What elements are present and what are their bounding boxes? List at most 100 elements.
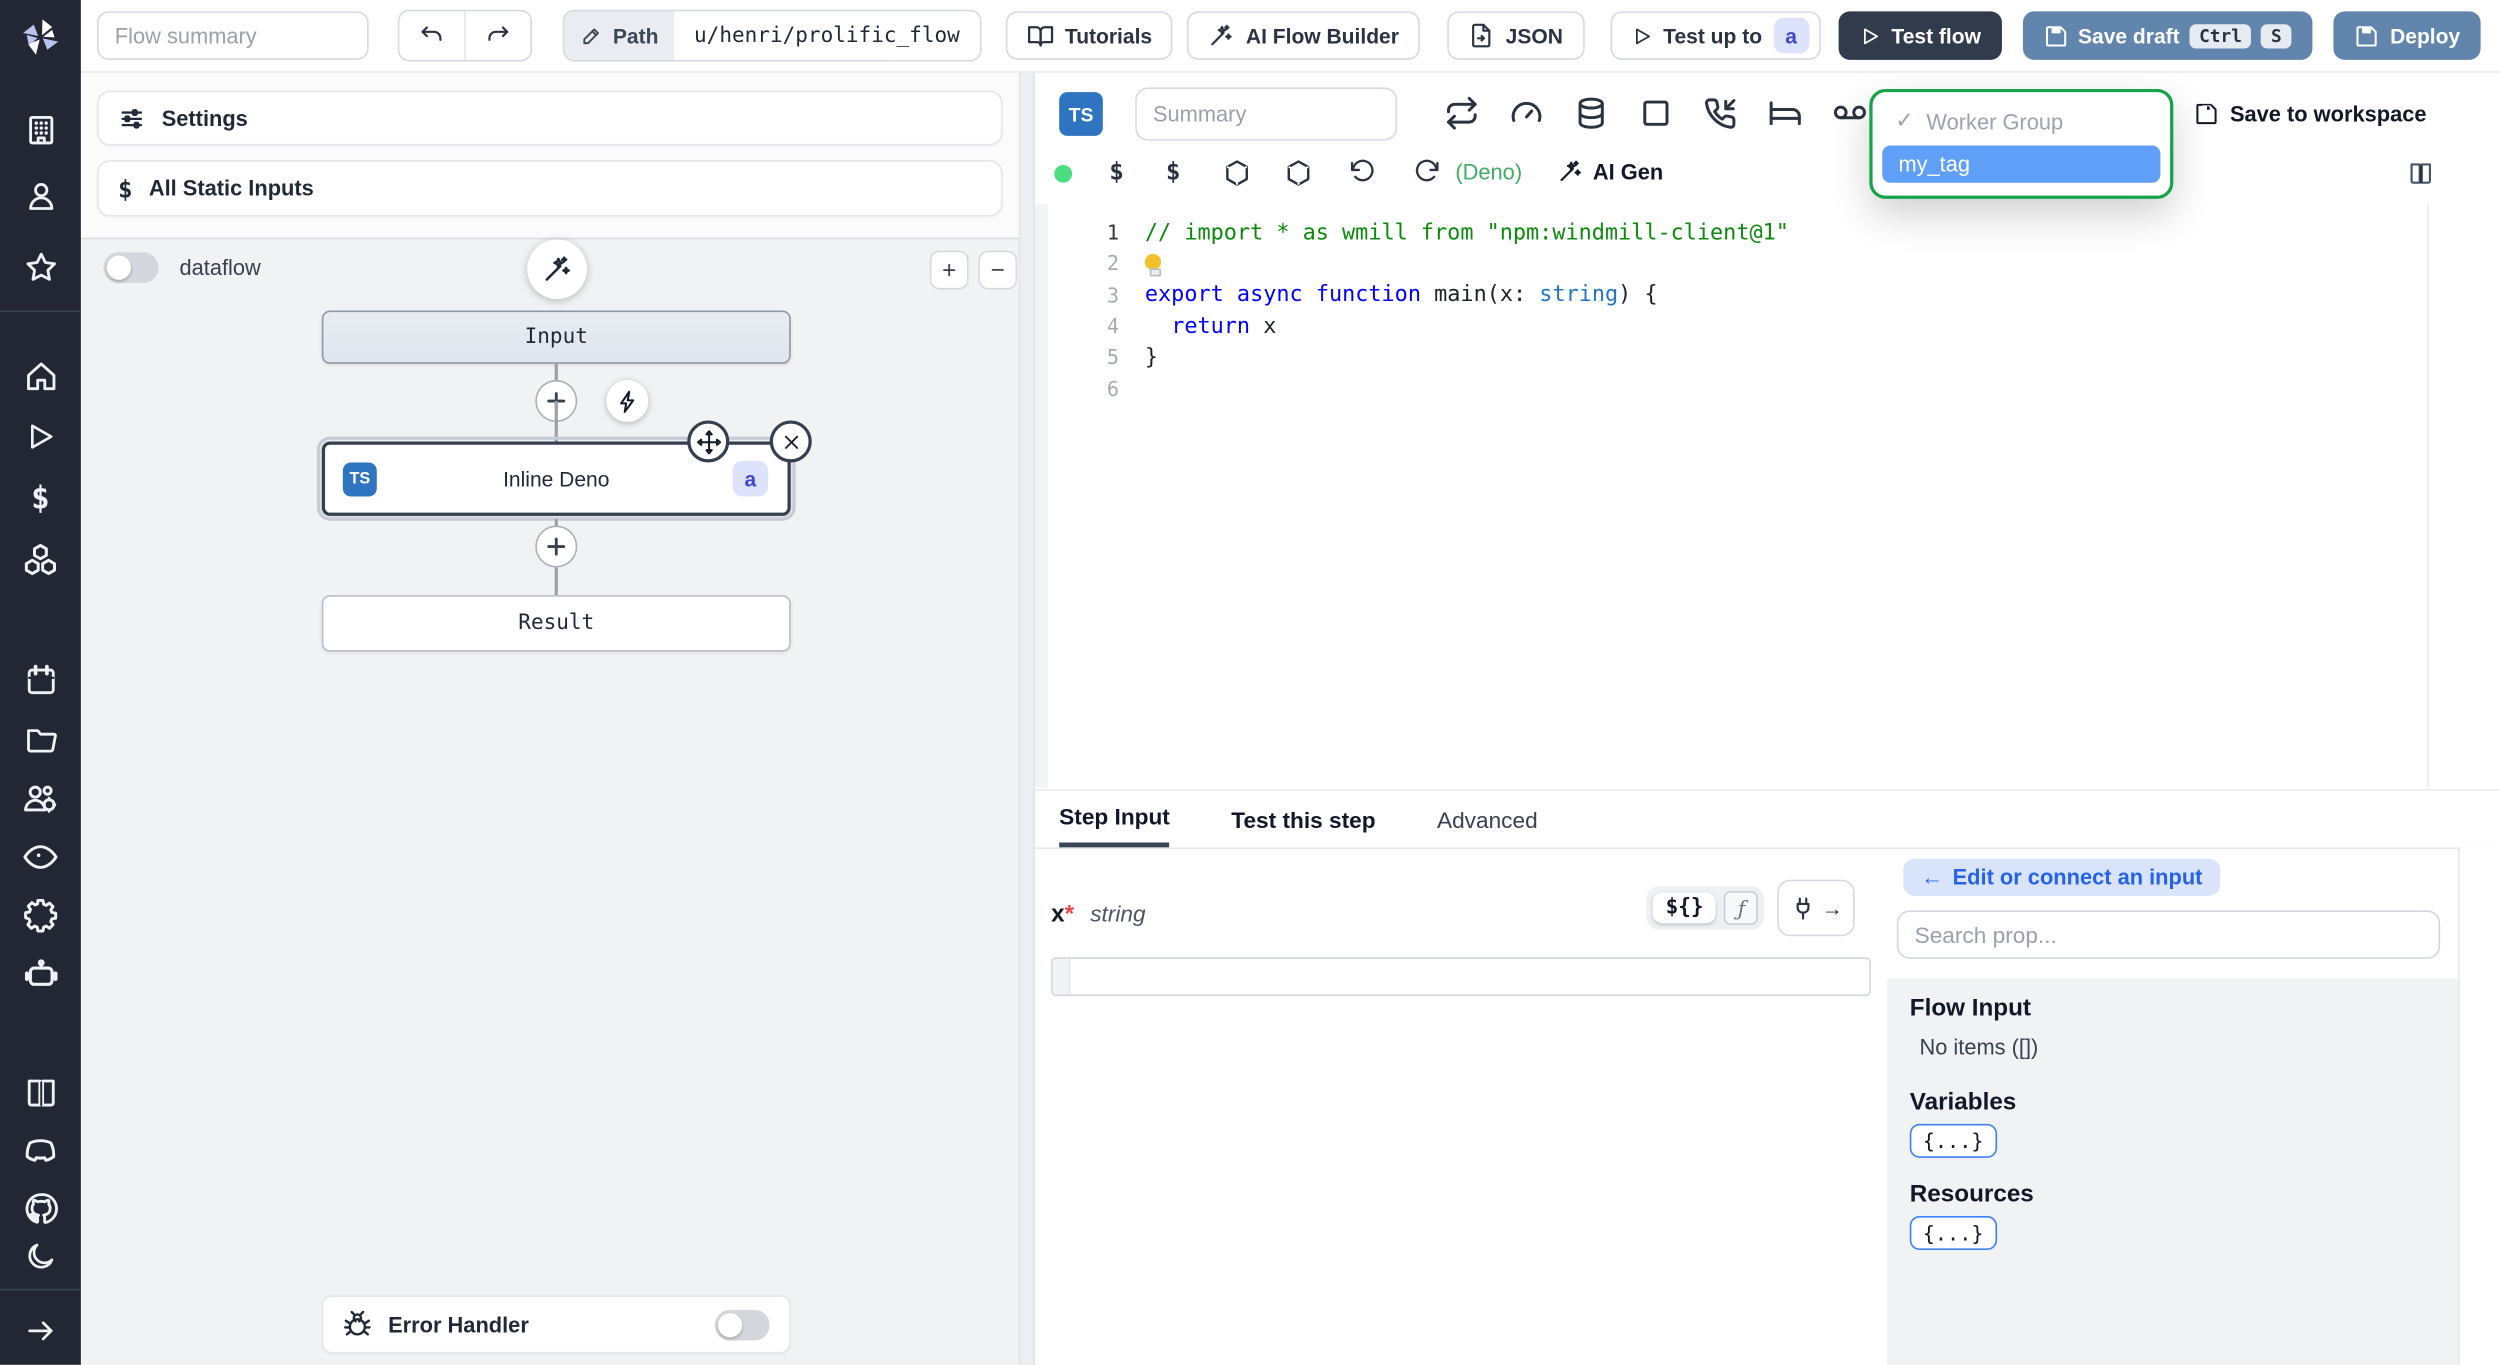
flow-summary-input[interactable] [97, 11, 369, 60]
deploy-button[interactable]: Deploy [2333, 11, 2482, 60]
undo-button[interactable] [399, 11, 464, 60]
arg-type: string [1090, 900, 1146, 927]
package-box-icon[interactable] [1284, 158, 1313, 187]
delete-step-button[interactable] [769, 420, 812, 463]
error-handler-card[interactable]: Error Handler [321, 1295, 791, 1354]
panel-resize-handle[interactable] [1018, 71, 1035, 1365]
resources-object-chip[interactable]: {...} [1909, 1216, 1997, 1250]
variable-picker-dollar-icon[interactable]: $ [1109, 157, 1124, 186]
save-icon [2044, 23, 2068, 47]
save-to-workspace-button[interactable]: Save to workspace [2194, 102, 2427, 126]
move-step-button[interactable] [687, 420, 730, 463]
test-up-to-button[interactable]: Test up to a [1609, 11, 1821, 60]
arrow-left-icon: ← [1921, 865, 1943, 890]
sidebar-divider [0, 1288, 81, 1291]
sidebar-divider [0, 310, 81, 313]
prop-picker: Flow Input No items ([]) Variables {...}… [1887, 978, 2458, 1365]
schedules-calendar-icon[interactable] [0, 663, 81, 697]
package-box-icon[interactable] [1223, 158, 1252, 187]
cache-database-icon[interactable] [1573, 95, 1609, 131]
arg-input-mode-controls: ${} ƒ → [1646, 879, 1856, 937]
arg-value-input[interactable] [1051, 957, 1871, 997]
windmill-logo-icon[interactable] [0, 13, 81, 62]
timeout-gauge-icon[interactable] [1509, 95, 1545, 131]
zoom-in-button[interactable]: + [929, 250, 969, 290]
path-edit-button[interactable]: Path [564, 11, 675, 60]
dark-mode-moon-icon[interactable] [0, 1240, 81, 1272]
flow-settings-button[interactable]: Settings [97, 90, 1003, 146]
discord-icon[interactable] [0, 1134, 81, 1170]
expand-sidebar-arrow-icon[interactable] [0, 1315, 81, 1347]
ai-gen-button[interactable]: AI Gen [1557, 158, 1663, 184]
tutorials-label: Tutorials [1064, 23, 1153, 48]
save-draft-button[interactable]: Save draft Ctrl S [2023, 11, 2313, 60]
app-sidebar: $ [0, 0, 81, 1365]
step-summary-input[interactable] [1135, 87, 1398, 141]
ai-graph-wand-button[interactable] [527, 239, 587, 300]
worker-group-label: Worker Group [1926, 109, 2064, 134]
worker-group-option[interactable]: ✓ Worker Group [1882, 102, 2160, 141]
fn-mode-toggle[interactable]: ƒ [1724, 891, 1759, 925]
reload-refresh-icon[interactable] [1413, 158, 1440, 187]
error-handler-toggle[interactable] [714, 1309, 770, 1340]
flow-path-value[interactable]: u/henri/prolific_flow [674, 11, 980, 60]
zoom-out-button[interactable]: − [978, 250, 1018, 290]
arg-name: x [1051, 899, 1065, 928]
insert-step-button[interactable] [535, 525, 578, 568]
all-static-inputs-button[interactable]: $ All Static Inputs [97, 160, 1003, 217]
result-node[interactable]: Result [321, 595, 791, 652]
input-drag-grip[interactable] [1052, 958, 1071, 995]
bug-icon [343, 1310, 372, 1339]
resources-cubes-icon[interactable] [0, 542, 81, 578]
library-book-icon[interactable] [2408, 158, 2434, 187]
groups-users-icon[interactable] [0, 781, 81, 817]
redo-button[interactable] [464, 11, 530, 60]
sleep-bed-icon[interactable] [1767, 95, 1803, 131]
code-editor[interactable]: 1// import * as wmill from "npm:windmill… [1031, 203, 2500, 788]
ai-flow-builder-button[interactable]: AI Flow Builder [1187, 11, 1420, 60]
wand-icon [542, 254, 573, 285]
concurrency-voicemail-icon[interactable] [1832, 95, 1868, 131]
reset-rotate-ccw-icon[interactable] [1349, 158, 1376, 187]
workers-robot-icon[interactable] [0, 956, 81, 993]
connect-input-plug-button[interactable]: → [1777, 879, 1856, 937]
test-flow-button[interactable]: Test flow [1838, 11, 2002, 60]
edit-or-connect-button[interactable]: ← Edit or connect an input [1903, 858, 2221, 896]
panel-scroll-gutter[interactable] [2457, 847, 2500, 1365]
expr-mode-toggle[interactable]: ${} [1652, 892, 1717, 924]
search-prop-input[interactable] [1896, 910, 2441, 959]
windmill-flow-editor: $ Path u/henri/prolific_flow Tu [0, 0, 2500, 1365]
dataflow-toggle[interactable] [103, 252, 159, 283]
input-mode-toggle-group: ${} ƒ [1646, 886, 1766, 930]
tab-advanced[interactable]: Advanced [1437, 791, 1538, 848]
tab-test-this-step[interactable]: Test this step [1231, 791, 1375, 848]
play-icon [1631, 25, 1652, 46]
github-icon[interactable] [0, 1192, 81, 1226]
suspend-phone-icon[interactable] [1703, 95, 1739, 131]
lightbulb-icon[interactable] [1144, 253, 1162, 278]
docs-book-icon[interactable] [0, 1075, 81, 1109]
save-icon [2355, 23, 2379, 47]
worker-group-tag-option[interactable]: my_tag [1882, 145, 2161, 183]
mock-square-icon[interactable] [1638, 95, 1674, 131]
variables-object-chip[interactable]: {...} [1909, 1123, 1997, 1158]
user-icon[interactable] [0, 179, 81, 213]
resource-picker-dollar-icon[interactable]: $ [1166, 157, 1181, 186]
favorites-star-icon[interactable] [0, 251, 81, 285]
variables-dollar-icon[interactable]: $ [0, 480, 81, 516]
retries-repeat-icon[interactable] [1444, 95, 1480, 131]
folders-icon[interactable] [0, 723, 81, 757]
editor-scrollbar[interactable] [2427, 203, 2429, 788]
settings-gear-icon[interactable] [0, 897, 81, 933]
tutorials-button[interactable]: Tutorials [1005, 11, 1174, 60]
tab-step-input[interactable]: Step Input [1059, 791, 1170, 848]
trigger-bolt-button[interactable] [606, 380, 649, 423]
home-icon[interactable] [0, 359, 81, 393]
deno-lang-indicator[interactable]: (Deno) [1455, 160, 1522, 184]
file-json-icon [1468, 23, 1494, 49]
runs-play-icon[interactable] [0, 420, 81, 452]
json-button[interactable]: JSON [1447, 11, 1584, 60]
audit-eye-icon[interactable] [0, 839, 81, 875]
workspace-icon[interactable] [0, 113, 81, 147]
input-node[interactable]: Input [321, 310, 791, 364]
